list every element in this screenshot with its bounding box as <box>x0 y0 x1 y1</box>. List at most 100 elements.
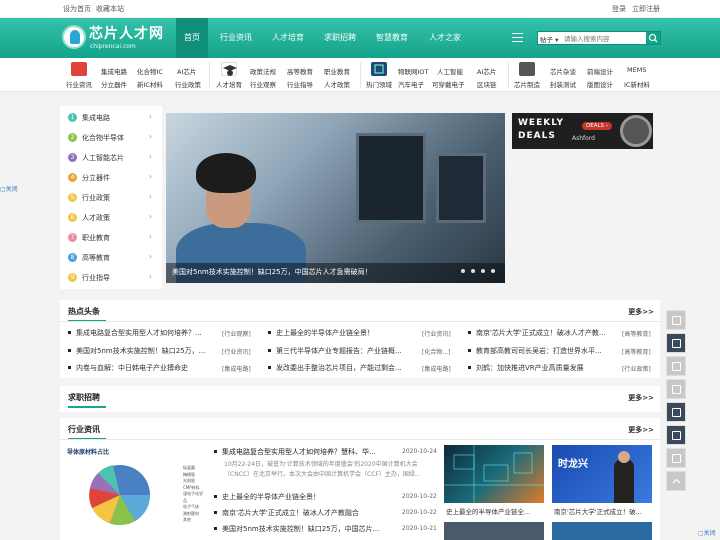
headline-link[interactable]: 发改委出手整治芯片项目，产能过剩会... <box>276 363 416 373</box>
category-talent[interactable]: 人才培育 <box>216 62 246 89</box>
headline-tag[interactable]: [行业观察] <box>222 329 251 338</box>
sidebar-item[interactable]: 9 行业指导 › <box>60 268 162 288</box>
article-thumbnail[interactable] <box>444 522 544 540</box>
cat-link[interactable]: 人工智能 <box>437 66 463 76</box>
add-favorite-link[interactable]: 收藏本站 <box>96 4 124 14</box>
headline-tag[interactable]: [行业政策] <box>622 364 651 373</box>
cat-link[interactable]: 新IC材料 <box>137 79 163 89</box>
headline-link[interactable]: 第三代半导体产业专题报告：产业链概... <box>276 346 416 356</box>
cat-link[interactable]: 版图设计 <box>587 79 613 89</box>
article-link[interactable]: 集成电路复合型实用型人才如何培养？慧科、华... <box>222 447 390 457</box>
sidebar-item[interactable]: 8 高等教育 › <box>60 248 162 268</box>
wechat-button[interactable] <box>666 402 686 422</box>
cat-link[interactable]: AI芯片 <box>477 66 496 76</box>
share-button[interactable] <box>666 448 686 468</box>
headline-link[interactable]: 内卷与血解：中日韩电子产业搏命史 <box>76 363 216 373</box>
cat-link[interactable]: MEMS <box>627 66 646 74</box>
site-logo[interactable]: 芯片人才网 chiprencai.com <box>62 22 172 54</box>
hero-banner[interactable]: 美国对5nm技术实施控制！缺口25万，中国芯片人才急需破局！ <box>166 113 505 283</box>
category-chip-manufacturing[interactable]: 芯片制造 <box>514 62 544 89</box>
headline-link[interactable]: 集成电路复合型实用型人才如何培养？... <box>76 328 216 338</box>
cat-link[interactable]: 高等教育 <box>287 66 313 76</box>
advertisement[interactable]: WEEKLY DEALS DEALS › Ashford <box>512 113 653 149</box>
sidebar-item[interactable]: 2 化合物半导体 › <box>60 128 162 148</box>
more-link[interactable]: 更多>> <box>628 425 654 435</box>
cat-link[interactable]: 行业指导 <box>287 79 313 89</box>
sidebar-item[interactable]: 5 行业政策 › <box>60 188 162 208</box>
carousel-dot[interactable] <box>491 269 495 273</box>
close-right-ad[interactable]: ▢关闭 <box>698 528 716 537</box>
article-thumbnail[interactable]: 时龙兴 <box>552 445 652 503</box>
cat-link[interactable]: 政策法规 <box>250 66 276 76</box>
nav-home[interactable]: 首页 <box>176 18 208 58</box>
thumbnail-caption[interactable]: 南京'芯片大学'正式成立！破... <box>554 506 652 516</box>
close-left-ad[interactable]: ▢关闭 <box>0 184 18 193</box>
cat-link[interactable]: 可穿戴电子 <box>432 79 465 89</box>
headline-tag[interactable]: [高等教育] <box>622 329 651 338</box>
more-link[interactable]: 更多>> <box>628 307 654 317</box>
headline-tag[interactable]: [集成电路] <box>422 364 451 373</box>
menu-icon[interactable] <box>512 33 523 43</box>
banner-caption[interactable]: 美国对5nm技术实施控制！缺口25万，中国芯片人才急需破局！ <box>172 267 372 277</box>
register-link[interactable]: 立即注册 <box>632 4 660 14</box>
sidebar-item[interactable]: 3 人工智能芯片 › <box>60 148 162 168</box>
article-link[interactable]: 史上最全的半导体产业链全景！ <box>222 492 392 502</box>
sidebar-item[interactable]: 4 分立器件 › <box>60 168 162 188</box>
thumbnail-caption[interactable]: 史上最全的半导体产业链全... <box>446 506 544 516</box>
contact-button[interactable] <box>666 379 686 399</box>
sidebar-item[interactable]: 1 集成电路 › <box>60 108 162 128</box>
materials-pie-image[interactable]: 导体原材料占比 硅晶圆 掩模版 光刻胶 CMP材料 湿电子化学品 电子气体 溅射… <box>65 443 205 540</box>
login-link[interactable]: 登录 <box>612 4 626 14</box>
nav-talent-home[interactable]: 人才之家 <box>424 18 466 58</box>
cat-link[interactable]: 汽车电子 <box>398 79 424 89</box>
more-link[interactable]: 更多>> <box>628 393 654 403</box>
cat-link[interactable]: 芯片杂谈 <box>550 66 576 76</box>
set-homepage-link[interactable]: 设为首页 <box>63 4 91 14</box>
article-link[interactable]: 南京'芯片大学'正式成立！破冰人才产教融合 <box>222 508 392 518</box>
article-link[interactable]: 美国对5nm技术实施控制！缺口25万，中国芯片... <box>222 524 392 534</box>
cat-link[interactable]: 集成电路 <box>101 66 127 76</box>
weibo-button[interactable] <box>666 425 686 445</box>
carousel-dot[interactable] <box>461 269 465 273</box>
cat-link[interactable]: AI芯片 <box>177 66 196 76</box>
headline-link[interactable]: 刘鹤：加快推进VR产业高质量发展 <box>476 363 616 373</box>
carousel-dot[interactable] <box>471 269 475 273</box>
headline-link[interactable]: 教育部高教司司长吴岩：打造世界水平... <box>476 346 616 356</box>
cat-link[interactable]: 分立器件 <box>101 79 127 89</box>
cat-link[interactable]: 封装测试 <box>550 79 576 89</box>
search-type-select[interactable]: 帖子 ▾ <box>540 34 558 44</box>
article-thumbnail[interactable] <box>444 445 544 503</box>
headline-tag[interactable]: [行业资讯] <box>222 347 251 356</box>
nav-industry-news[interactable]: 行业资讯 <box>216 18 256 58</box>
cat-link[interactable]: 行业观察 <box>250 79 276 89</box>
article-thumbnail[interactable] <box>552 522 652 540</box>
nav-smart-education[interactable]: 智慧教育 <box>372 18 412 58</box>
headline-tag[interactable]: [集成电路] <box>222 364 251 373</box>
sidebar-item[interactable]: 6 人才政策 › <box>60 208 162 228</box>
nav-jobs[interactable]: 求职招聘 <box>320 18 360 58</box>
search-button[interactable] <box>646 32 660 44</box>
search-input[interactable] <box>564 33 644 44</box>
cat-link[interactable]: 区块链 <box>477 79 497 89</box>
cat-link[interactable]: 职业教育 <box>324 66 350 76</box>
category-hot-fields[interactable]: 热门领域 <box>366 62 396 89</box>
headline-link[interactable]: 南京'芯片大学'正式成立！破冰人才产教... <box>476 328 616 338</box>
cat-link[interactable]: 人才政策 <box>324 79 350 89</box>
cat-link[interactable]: 物联网IOT <box>398 66 429 76</box>
feedback-button[interactable] <box>666 310 686 330</box>
message-button[interactable] <box>666 356 686 376</box>
cat-link[interactable]: 行业政策 <box>175 79 201 89</box>
cat-link[interactable]: 前端设计 <box>587 66 613 76</box>
headline-tag[interactable]: [化合物...] <box>422 347 450 356</box>
headline-link[interactable]: 史上最全的半导体产业链全景！ <box>276 328 416 338</box>
nav-talent-cultivation[interactable]: 人才培育 <box>268 18 308 58</box>
headline-tag[interactable]: [行业资讯] <box>422 329 451 338</box>
carousel-dot[interactable] <box>481 269 485 273</box>
back-to-top-button[interactable] <box>666 471 686 491</box>
headline-link[interactable]: 美国对5nm技术实施控制！缺口25万，... <box>76 346 216 356</box>
app-button[interactable] <box>666 333 686 353</box>
category-news[interactable]: 行业资讯 <box>66 62 96 89</box>
sidebar-item[interactable]: 7 职业教育 › <box>60 228 162 248</box>
headline-tag[interactable]: [高等教育] <box>622 347 651 356</box>
cat-link[interactable]: IC新材料 <box>624 79 650 89</box>
